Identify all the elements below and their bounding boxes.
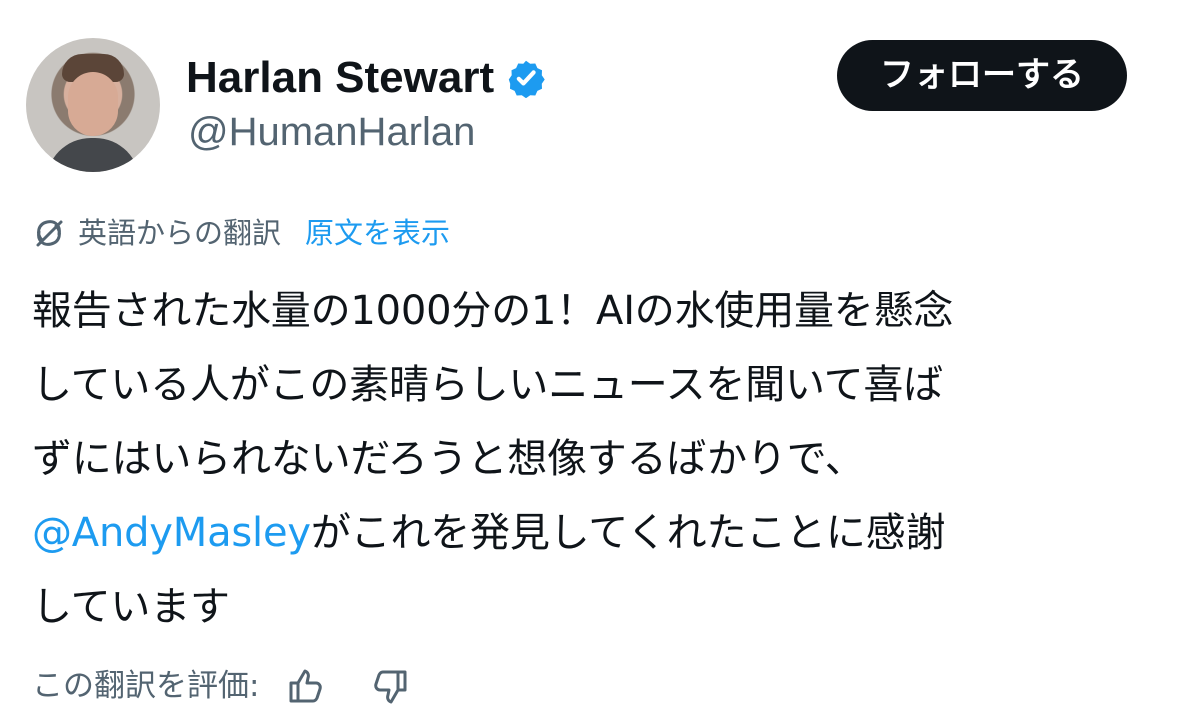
tweet-line: しています: [32, 584, 230, 630]
tweet-text: 報告された水量の1000分の1！AIの水使用量を懸念 している人がこの素晴らしい…: [32, 274, 1142, 644]
mention-link[interactable]: @AndyMasley: [32, 510, 311, 556]
thumbs-up-icon[interactable]: [283, 665, 326, 708]
verified-badge-icon: [508, 60, 545, 98]
tweet-line-with-mention: @AndyMasleyがこれを発見してくれたことに感謝: [32, 496, 1142, 570]
translation-rating-row: この翻訳を評価:: [32, 664, 413, 708]
thumbs-down-icon[interactable]: [370, 665, 413, 708]
show-original-link[interactable]: 原文を表示: [305, 214, 450, 252]
author-name-row[interactable]: Harlan Stewart: [186, 54, 546, 102]
avatar-face: [68, 72, 118, 136]
translate-icon: [36, 220, 63, 247]
avatar-shirt: [46, 138, 140, 172]
translation-label: 英語からの翻訳: [78, 216, 282, 250]
tweet-line: 報告された水量の1000分の1！AIの水使用量を懸念: [32, 288, 954, 334]
avatar[interactable]: [26, 38, 160, 172]
author-handle[interactable]: @HumanHarlan: [188, 108, 475, 156]
author-display-name[interactable]: Harlan Stewart: [186, 54, 494, 102]
rating-label: この翻訳を評価:: [32, 668, 260, 704]
translation-row: 英語からの翻訳 原文を表示: [32, 214, 450, 252]
tweet-line-text: がこれを発見してくれたことに感謝: [310, 510, 946, 556]
follow-button[interactable]: フォローする: [837, 40, 1127, 111]
tweet-line: ずにはいられないだろうと想像するばかりで、: [32, 436, 865, 482]
tweet-line: している人がこの素晴らしいニュースを聞いて喜ば: [32, 362, 943, 408]
